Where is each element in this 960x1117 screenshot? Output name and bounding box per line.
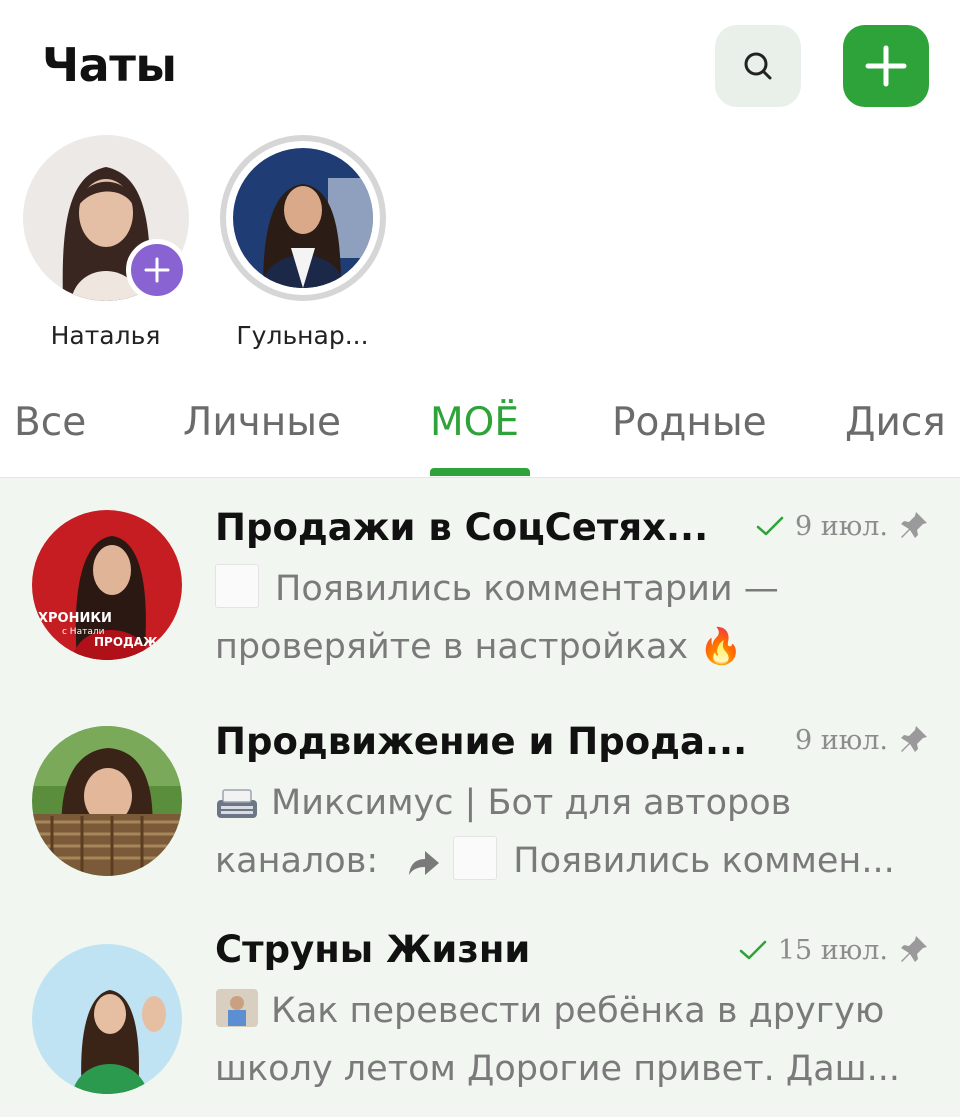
chat-title: Струны Жизни [215, 928, 531, 971]
chat-preview: Как перевести ребёнка в другую школу лет… [215, 982, 935, 1098]
tab-personal[interactable]: Личные [183, 400, 341, 445]
avatar [32, 944, 182, 1094]
tab-family[interactable]: Родные [612, 400, 767, 445]
preview-text: Появились комментарии — [275, 569, 779, 609]
avatar: ХРОНИКИ с Натали ПРОДАЖ [32, 510, 182, 660]
add-story-button[interactable] [125, 239, 188, 301]
pin-icon [901, 512, 927, 538]
chat-row[interactable]: ХРОНИКИ с Натали ПРОДАЖ Продажи в СоцСет… [0, 478, 960, 693]
chat-meta: 9 июл. [755, 510, 930, 542]
tab-mine[interactable]: МОЁ [430, 400, 519, 445]
page-title: Чаты [42, 38, 177, 92]
photo-thumbnail-icon [216, 989, 258, 1027]
story-item-2[interactable]: Гульнар... [215, 135, 390, 350]
avatar [32, 726, 182, 876]
chat-row[interactable]: Продвижение и Прода... 9 июл. Миксимус |… [0, 692, 960, 907]
avatar [232, 148, 373, 288]
chat-date: 15 июл. [777, 934, 888, 966]
pin-icon [901, 726, 927, 752]
preview-text: Миксимус | Бот для авторов [271, 783, 792, 823]
chats-screen: Чаты Наталья Гульнар... Все Личные МОЁ Р… [0, 0, 960, 1117]
read-check-icon [756, 516, 784, 536]
fire-emoji: 🔥 [699, 627, 743, 667]
chat-title: Продвижение и Прода... [215, 720, 748, 763]
plus-icon [865, 45, 907, 87]
chat-list: ХРОНИКИ с Натали ПРОДАЖ Продажи в СоцСет… [0, 478, 960, 1117]
preview-text: Как перевести ребёнка в другую [271, 991, 885, 1031]
preview-text: школу летом Дорогие привет. Даш... [215, 1049, 901, 1089]
story-name: Гульнар... [236, 321, 369, 350]
media-thumbnail [215, 564, 259, 608]
search-button[interactable] [715, 25, 801, 107]
preview-text: Появились коммен... [513, 841, 895, 881]
tab-dis[interactable]: Дися [845, 400, 946, 445]
chat-date: 9 июл. [795, 724, 888, 756]
chat-preview: Миксимус | Бот для авторов каналов: Появ… [215, 774, 935, 890]
tab-all[interactable]: Все [14, 400, 86, 445]
new-chat-button[interactable] [843, 25, 929, 107]
folder-tabs: Все Личные МОЁ Родные Дися [0, 388, 960, 478]
media-thumbnail [453, 836, 498, 880]
story-name: Наталья [50, 321, 161, 350]
avatar-text: ХРОНИКИ [38, 611, 112, 626]
typewriter-icon [217, 789, 257, 818]
pin-icon [901, 936, 927, 962]
chat-preview: Появились комментарии — проверяйте в нас… [215, 560, 935, 676]
preview-text: проверяйте в настройках [215, 627, 689, 667]
search-icon [744, 52, 772, 80]
active-tab-indicator [430, 468, 530, 476]
chat-meta: 9 июл. [795, 724, 930, 756]
avatar-text: ПРОДАЖ [94, 635, 158, 649]
story-item-1[interactable]: Наталья [18, 135, 193, 350]
header: Чаты [0, 0, 960, 135]
chat-row[interactable]: Струны Жизни 15 июл. Как перевести ребён… [0, 906, 960, 1117]
chat-title: Продажи в СоцСетях... [215, 506, 709, 549]
story-avatar [219, 135, 386, 301]
forward-icon [409, 851, 440, 875]
chat-meta: 15 июл. [738, 934, 930, 966]
preview-text: каналов: [215, 841, 379, 881]
plus-icon [144, 257, 169, 283]
chat-date: 9 июл. [795, 510, 888, 542]
read-check-icon [739, 940, 767, 960]
story-avatar [22, 135, 189, 301]
